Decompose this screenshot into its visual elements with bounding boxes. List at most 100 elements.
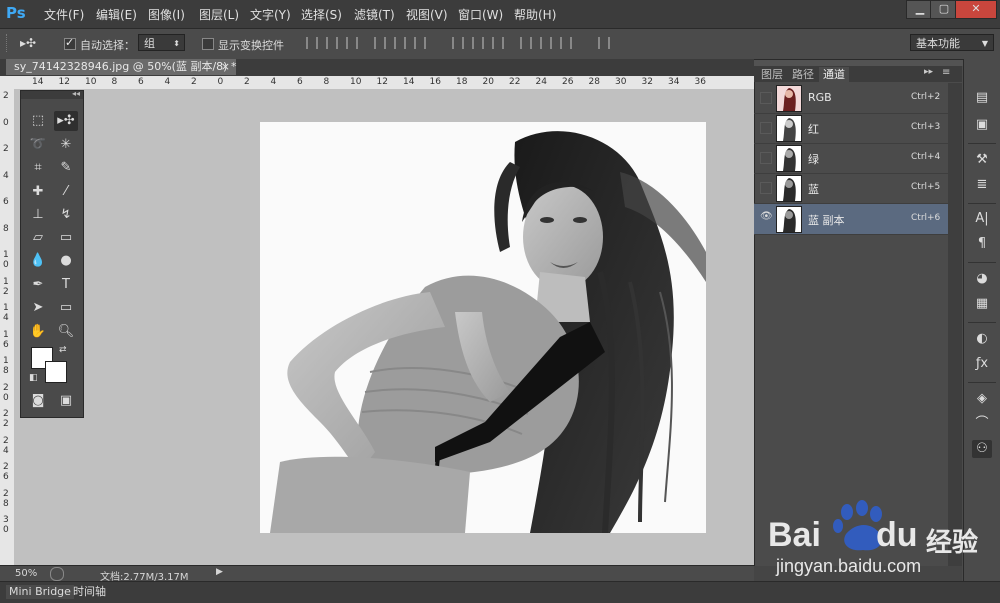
document-tab[interactable]: sy_74142328946.jpg @ 50%(蓝 副本/8) * × bbox=[6, 59, 236, 75]
tab-channels[interactable]: 通道 bbox=[819, 67, 849, 82]
layers-panel-icon[interactable]: ◈ bbox=[972, 390, 992, 408]
path-selection-tool-icon[interactable]: ➤ bbox=[26, 298, 50, 318]
paragraph-panel-icon[interactable]: ¶ bbox=[972, 235, 992, 253]
channel-row-red[interactable]: 红 Ctrl+3 bbox=[754, 113, 948, 144]
zoom-tool-icon[interactable]: 🔍︎ bbox=[54, 322, 78, 342]
menu-help[interactable]: 帮助(H) bbox=[514, 6, 556, 23]
distribute-vcenter-icon[interactable] bbox=[472, 37, 484, 49]
info-panel-icon[interactable]: ▣ bbox=[972, 116, 992, 134]
color-panel-icon[interactable]: ◕ bbox=[972, 270, 992, 288]
dock-separator bbox=[968, 322, 996, 323]
ruler-tick-label: 16 bbox=[429, 77, 441, 87]
visibility-toggle[interactable] bbox=[760, 152, 772, 164]
blur-tool-icon[interactable]: 💧 bbox=[26, 251, 50, 271]
hand-tool-icon[interactable]: ✋ bbox=[26, 322, 50, 342]
tab-paths[interactable]: 路径 bbox=[788, 67, 818, 82]
background-color-swatch[interactable] bbox=[45, 361, 67, 383]
workspace-dropdown[interactable]: 基本功能 ▼ bbox=[910, 34, 994, 51]
menu-edit[interactable]: 编辑(E) bbox=[96, 6, 137, 23]
move-tool-icon[interactable]: ▸✣ bbox=[54, 111, 78, 131]
tab-close-icon[interactable]: × bbox=[221, 59, 230, 75]
channel-row-blue-copy[interactable]: 👁︎ 蓝 副本 Ctrl+6 bbox=[754, 204, 948, 235]
panel-menu-icon[interactable]: ≡ bbox=[942, 67, 950, 78]
default-colors-icon[interactable]: ◧ bbox=[29, 373, 38, 383]
align-bottom-icon[interactable] bbox=[346, 37, 358, 49]
visibility-toggle[interactable] bbox=[760, 182, 772, 194]
close-window-button[interactable]: ✕ bbox=[955, 0, 997, 19]
distribute-right-icon[interactable] bbox=[560, 37, 572, 49]
dodge-tool-icon[interactable]: ● bbox=[54, 251, 78, 271]
menu-image[interactable]: 图像(I) bbox=[148, 6, 185, 23]
brush-panel-icon[interactable]: ≣ bbox=[972, 176, 992, 194]
healing-brush-tool-icon[interactable]: ✚ bbox=[26, 182, 50, 202]
tab-layers[interactable]: 图层 bbox=[757, 67, 787, 82]
clone-stamp-tool-icon[interactable]: ⊥ bbox=[26, 205, 50, 225]
channel-row-blue[interactable]: 蓝 Ctrl+5 bbox=[754, 173, 948, 204]
tools-panel-header[interactable]: ◂◂ bbox=[21, 89, 83, 99]
menu-layer[interactable]: 图层(L) bbox=[199, 6, 239, 23]
channels-panel-icon[interactable]: ⚇ bbox=[972, 440, 992, 458]
collapse-icon[interactable]: ◂◂ bbox=[72, 89, 80, 98]
tab-timeline[interactable]: 时间轴 bbox=[70, 585, 109, 599]
distribute-hcenter-icon[interactable] bbox=[540, 37, 552, 49]
lasso-tool-icon[interactable]: ➰ bbox=[26, 135, 50, 155]
status-arrow-icon[interactable]: ▶ bbox=[216, 567, 223, 577]
history-panel-icon[interactable]: ▤ bbox=[972, 89, 992, 107]
tab-mini-bridge[interactable]: Mini Bridge bbox=[6, 585, 74, 599]
channel-row-green[interactable]: 绿 Ctrl+4 bbox=[754, 143, 948, 174]
distribute-bottom-icon[interactable] bbox=[492, 37, 504, 49]
gradient-tool-icon[interactable]: ▭ bbox=[54, 228, 78, 248]
distribute-left-icon[interactable] bbox=[520, 37, 532, 49]
align-right-icon[interactable] bbox=[414, 37, 426, 49]
auto-align-icon[interactable] bbox=[598, 37, 610, 49]
ruler-tick-label: 6 bbox=[297, 77, 303, 87]
visibility-toggle[interactable] bbox=[760, 122, 772, 134]
channel-thumbnail bbox=[776, 175, 802, 202]
dock-separator bbox=[968, 203, 996, 204]
swap-colors-icon[interactable]: ⇄ bbox=[59, 345, 67, 355]
marquee-tool-icon[interactable]: ⬚ bbox=[26, 111, 50, 131]
ruler-tick-label: 2 8 bbox=[3, 488, 9, 509]
maximize-button[interactable]: ▢ bbox=[930, 0, 958, 19]
crop-tool-icon[interactable]: ⌗ bbox=[26, 158, 50, 178]
align-hcenter-icon[interactable] bbox=[394, 37, 406, 49]
status-menu-icon[interactable] bbox=[50, 567, 64, 581]
menu-view[interactable]: 视图(V) bbox=[406, 6, 448, 23]
type-tool-icon[interactable]: T bbox=[54, 275, 78, 295]
eyedropper-tool-icon[interactable]: ✎ bbox=[54, 158, 78, 178]
align-top-icon[interactable] bbox=[306, 37, 318, 49]
magic-wand-tool-icon[interactable]: ✳ bbox=[54, 135, 78, 155]
menu-type[interactable]: 文字(Y) bbox=[250, 6, 291, 23]
history-brush-tool-icon[interactable]: ↯ bbox=[54, 205, 78, 225]
collapse-panel-icon[interactable]: ▸▸ bbox=[924, 67, 933, 77]
swatches-panel-icon[interactable]: ▦ bbox=[972, 295, 992, 313]
quick-mask-icon[interactable]: ◙ bbox=[26, 391, 50, 411]
align-left-icon[interactable] bbox=[374, 37, 386, 49]
adjustments-panel-icon[interactable]: ◐ bbox=[972, 330, 992, 348]
zoom-level[interactable]: 50% bbox=[15, 568, 37, 579]
rectangle-tool-icon[interactable]: ▭ bbox=[54, 298, 78, 318]
menu-window[interactable]: 窗口(W) bbox=[458, 6, 503, 23]
distribute-top-icon[interactable] bbox=[452, 37, 464, 49]
move-tool-icon[interactable]: ▸✣ bbox=[20, 36, 50, 52]
visibility-toggle[interactable] bbox=[760, 92, 772, 104]
tool-presets-icon[interactable]: ⚒ bbox=[972, 151, 992, 169]
eraser-tool-icon[interactable]: ▱ bbox=[26, 228, 50, 248]
channel-row-rgb[interactable]: RGB Ctrl+2 bbox=[754, 83, 948, 114]
eye-icon[interactable]: 👁︎ bbox=[760, 211, 773, 222]
paths-panel-icon[interactable]: ⌒ bbox=[972, 415, 992, 433]
screen-mode-icon[interactable]: ▣ bbox=[54, 391, 78, 411]
menu-filter[interactable]: 滤镜(T) bbox=[354, 6, 395, 23]
brush-tool-icon[interactable]: ⁄ bbox=[54, 182, 78, 202]
pen-tool-icon[interactable]: ✒ bbox=[26, 275, 50, 295]
character-panel-icon[interactable]: A| bbox=[972, 210, 992, 228]
document-image[interactable] bbox=[260, 122, 706, 533]
styles-panel-icon[interactable]: ƒx bbox=[972, 355, 992, 373]
align-vcenter-icon[interactable] bbox=[326, 37, 338, 49]
show-transform-checkbox[interactable] bbox=[202, 38, 214, 50]
menu-select[interactable]: 选择(S) bbox=[301, 6, 342, 23]
auto-select-checkbox[interactable]: ✓ bbox=[64, 36, 76, 50]
auto-select-dropdown[interactable]: 组 ⬍ bbox=[138, 34, 185, 51]
show-transform-label: 显示变换控件 bbox=[218, 39, 284, 52]
menu-file[interactable]: 文件(F) bbox=[44, 6, 84, 23]
